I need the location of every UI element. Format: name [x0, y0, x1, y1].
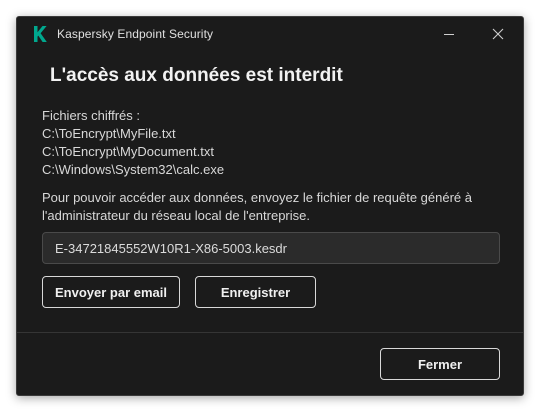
dialog-heading: L'accès aux données est interdit	[50, 65, 343, 86]
close-button[interactable]: Fermer	[380, 348, 500, 380]
kaspersky-logo-icon	[33, 26, 47, 42]
encrypted-files-label: Fichiers chiffrés :	[42, 108, 141, 123]
access-denied-dialog: Kaspersky Endpoint Security L'accès aux …	[16, 16, 524, 396]
close-icon	[492, 28, 504, 40]
instructions-text: Pour pouvoir accéder aux données, envoye…	[42, 190, 473, 223]
save-button[interactable]: Enregistrer	[195, 276, 316, 308]
file-path: C:\ToEncrypt\MyDocument.txt	[42, 144, 214, 159]
minimize-icon	[444, 34, 454, 35]
send-by-email-button[interactable]: Envoyer par email	[42, 276, 180, 308]
title-bar: Kaspersky Endpoint Security	[17, 17, 523, 51]
footer-divider	[17, 332, 523, 333]
file-path: C:\ToEncrypt\MyFile.txt	[42, 126, 176, 141]
encrypted-files-block: Fichiers chiffrés : C:\ToEncrypt\MyFile.…	[42, 107, 224, 179]
app-title: Kaspersky Endpoint Security	[57, 27, 214, 41]
file-path: C:\Windows\System32\calc.exe	[42, 162, 225, 177]
minimize-button[interactable]	[426, 17, 472, 51]
request-file-field[interactable]	[42, 232, 500, 264]
close-window-button[interactable]	[475, 17, 521, 51]
